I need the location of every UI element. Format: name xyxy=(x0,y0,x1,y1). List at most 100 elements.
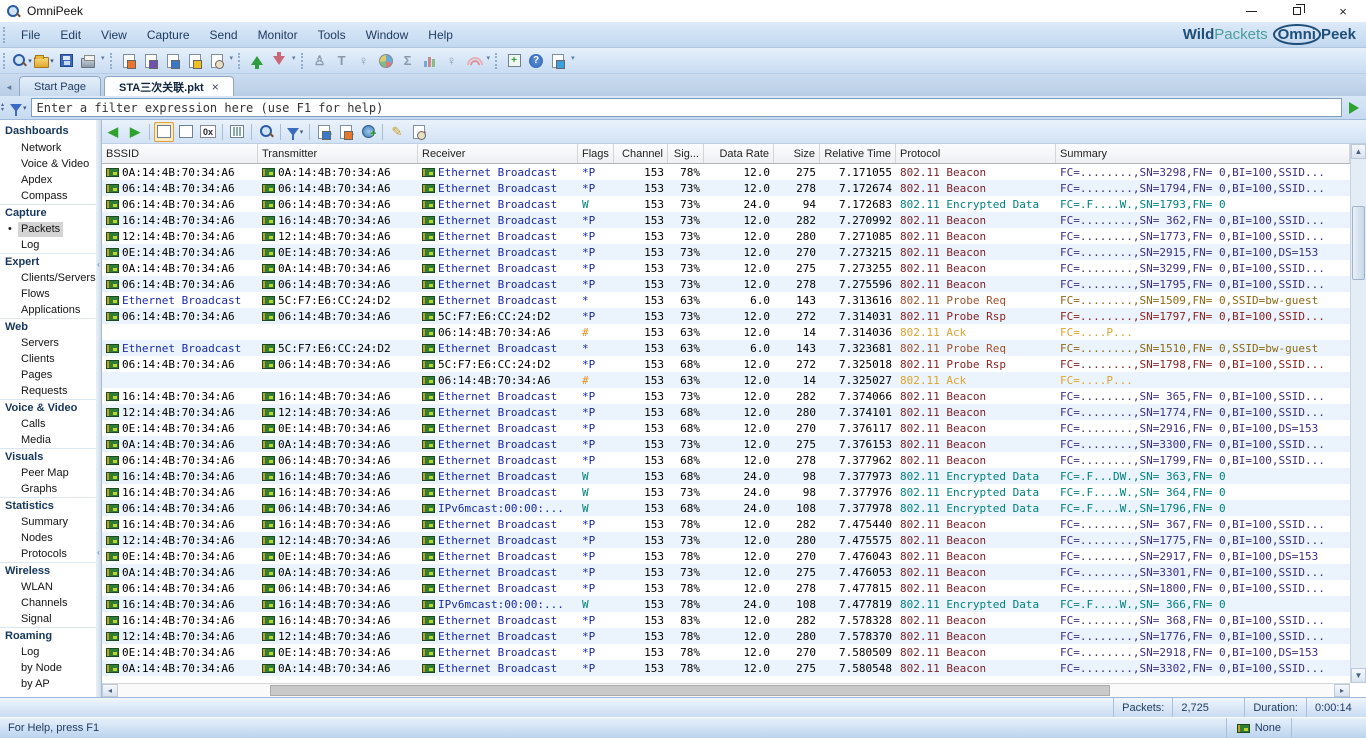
start-new-capture-button[interactable]: ▾ xyxy=(12,51,32,71)
resolve-names-button[interactable]: + xyxy=(358,122,378,142)
packet-row[interactable]: 06:14:4B:70:34:A606:14:4B:70:34:A65C:F7:… xyxy=(102,308,1350,324)
sidebar-item-signal[interactable]: Signal xyxy=(0,611,96,627)
filter-funnel-button[interactable]: ▾ xyxy=(10,104,27,112)
vertical-scrollbar[interactable]: ▲ ▼ xyxy=(1350,144,1366,683)
packet-row[interactable]: 06:14:4B:70:34:A606:14:4B:70:34:A6Ethern… xyxy=(102,196,1350,212)
sidebar-item-network[interactable]: Network xyxy=(0,140,96,156)
sidebar-item-log[interactable]: Log xyxy=(0,237,96,253)
sidebar-item-peer-map[interactable]: Peer Map xyxy=(0,465,96,481)
packet-row[interactable]: 0A:14:4B:70:34:A60A:14:4B:70:34:A6Ethern… xyxy=(102,164,1350,180)
decode-view-button[interactable] xyxy=(176,122,196,142)
sidebar-item-by-node[interactable]: by Node xyxy=(0,660,96,676)
tab-scroll-left-icon[interactable]: ◂ xyxy=(2,78,16,96)
packet-row[interactable]: 16:14:4B:70:34:A616:14:4B:70:34:A6Ethern… xyxy=(102,516,1350,532)
notifications-button[interactable] xyxy=(163,51,183,71)
insert-into-filter-button[interactable]: + xyxy=(314,122,334,142)
apply-filter-button[interactable] xyxy=(1346,100,1362,116)
restore-button[interactable] xyxy=(1274,0,1320,22)
packet-row[interactable]: Ethernet Broadcast5C:F7:E6:CC:24:D2Ether… xyxy=(102,292,1350,308)
packet-row[interactable]: 16:14:4B:70:34:A616:14:4B:70:34:A6Ethern… xyxy=(102,468,1350,484)
sidebar-item-applications[interactable]: Applications xyxy=(0,302,96,318)
export-packets-button[interactable] xyxy=(269,51,289,71)
scroll-up-icon[interactable]: ▲ xyxy=(1351,144,1366,159)
minimize-button[interactable] xyxy=(1228,0,1274,22)
tab-start-page[interactable]: Start Page xyxy=(19,76,101,96)
go-back-button[interactable]: ◀ xyxy=(103,122,123,142)
menu-tools[interactable]: Tools xyxy=(308,25,356,45)
filter-tool-button[interactable]: T xyxy=(332,51,352,71)
packet-row[interactable]: 0A:14:4B:70:34:A60A:14:4B:70:34:A6Ethern… xyxy=(102,564,1350,580)
horizontal-scrollbar[interactable]: ◂ ▸ xyxy=(102,683,1350,697)
print-button[interactable] xyxy=(78,51,98,71)
overflow-chevron-icon[interactable]: ▾ xyxy=(230,54,234,62)
sidebar-item-flows[interactable]: Flows xyxy=(0,286,96,302)
column-header-receiver[interactable]: Receiver xyxy=(418,144,578,163)
toolbar-grip[interactable] xyxy=(110,53,114,69)
packet-list-view-button[interactable] xyxy=(154,122,174,142)
sidebar-item-by-ap[interactable]: by AP xyxy=(0,676,96,692)
sidebar-item-channels[interactable]: Channels xyxy=(0,595,96,611)
column-header-channel[interactable]: Channel xyxy=(614,144,668,163)
packet-row[interactable]: 12:14:4B:70:34:A612:14:4B:70:34:A6Ethern… xyxy=(102,228,1350,244)
alarms-button[interactable] xyxy=(185,51,205,71)
window-layout-button[interactable]: + xyxy=(504,51,524,71)
adapter-indicator[interactable]: None xyxy=(1226,718,1292,738)
packet-row[interactable]: 0E:14:4B:70:34:A60E:14:4B:70:34:A6Ethern… xyxy=(102,644,1350,660)
import-packets-button[interactable] xyxy=(247,51,267,71)
toolbar-grip[interactable] xyxy=(301,53,305,69)
overflow-chevron-icon[interactable]: ▾ xyxy=(571,54,575,62)
packet-row[interactable]: 0E:14:4B:70:34:A60E:14:4B:70:34:A6Ethern… xyxy=(102,420,1350,436)
packet-row[interactable]: 06:14:4B:70:34:A6#15363%12.0147.32502780… xyxy=(102,372,1350,388)
column-header-bssid[interactable]: BSSID xyxy=(102,144,258,163)
packet-row[interactable]: 06:14:4B:70:34:A606:14:4B:70:34:A6Ethern… xyxy=(102,180,1350,196)
insert-into-select-button[interactable]: + xyxy=(336,122,356,142)
sidebar-item-compass[interactable]: Compass xyxy=(0,188,96,204)
column-header-relative-time[interactable]: Relative Time xyxy=(820,144,896,163)
menu-edit[interactable]: Edit xyxy=(50,25,91,45)
filter-spin-control[interactable]: ▴▾ xyxy=(1,103,4,113)
toolbar-grip[interactable] xyxy=(3,53,7,69)
sidebar-item-wlan[interactable]: WLAN xyxy=(0,579,96,595)
close-button[interactable]: × xyxy=(1320,0,1366,22)
scroll-down-icon[interactable]: ▼ xyxy=(1351,668,1366,683)
scroll-left-icon[interactable]: ◂ xyxy=(102,684,118,697)
menu-help[interactable]: Help xyxy=(418,25,463,45)
filter-expression-input[interactable] xyxy=(31,98,1342,117)
column-header-flags[interactable]: Flags xyxy=(578,144,614,163)
sidebar-item-protocols[interactable]: Protocols xyxy=(0,546,96,562)
packet-row[interactable]: 12:14:4B:70:34:A612:14:4B:70:34:A6Ethern… xyxy=(102,532,1350,548)
column-header-summary[interactable]: Summary xyxy=(1056,144,1350,163)
menu-send[interactable]: Send xyxy=(200,25,248,45)
sidebar-item-packets[interactable]: Packets xyxy=(0,221,96,237)
packet-row[interactable]: 06:14:4B:70:34:A606:14:4B:70:34:A6IPv6mc… xyxy=(102,500,1350,516)
sidebar-item-clients[interactable]: Clients xyxy=(0,351,96,367)
save-file-button[interactable] xyxy=(56,51,76,71)
sidebar-item-graphs[interactable]: Graphs xyxy=(0,481,96,497)
column-options-button[interactable] xyxy=(227,122,247,142)
packet-row[interactable]: 0E:14:4B:70:34:A60E:14:4B:70:34:A6Ethern… xyxy=(102,548,1350,564)
edit-note-button[interactable]: ✎ xyxy=(387,122,407,142)
packet-row[interactable]: 06:14:4B:70:34:A606:14:4B:70:34:A6Ethern… xyxy=(102,276,1350,292)
summary-stats-tool-button[interactable] xyxy=(376,51,396,71)
packet-row[interactable]: 16:14:4B:70:34:A616:14:4B:70:34:A6Ethern… xyxy=(102,212,1350,228)
trigger-timer-button[interactable] xyxy=(207,51,227,71)
packet-row[interactable]: 12:14:4B:70:34:A612:14:4B:70:34:A6Ethern… xyxy=(102,404,1350,420)
clients-servers-tool-button[interactable]: ♙ xyxy=(310,51,330,71)
column-header-data-rate[interactable]: Data Rate xyxy=(704,144,774,163)
menu-file[interactable]: File xyxy=(11,25,50,45)
help-button[interactable]: ? xyxy=(526,51,546,71)
packet-row[interactable]: 16:14:4B:70:34:A616:14:4B:70:34:A6IPv6mc… xyxy=(102,596,1350,612)
overflow-chevron-icon[interactable]: ▾ xyxy=(101,54,105,62)
graphs-tool-button[interactable] xyxy=(420,51,440,71)
menu-monitor[interactable]: Monitor xyxy=(248,25,308,45)
sidebar-item-calls[interactable]: Calls xyxy=(0,416,96,432)
column-header-transmitter[interactable]: Transmitter xyxy=(258,144,418,163)
packet-row[interactable]: Ethernet Broadcast5C:F7:E6:CC:24:D2Ether… xyxy=(102,340,1350,356)
packet-row[interactable]: 06:14:4B:70:34:A606:14:4B:70:34:A6Ethern… xyxy=(102,452,1350,468)
media-view-button[interactable] xyxy=(548,51,568,71)
filter-menu-button[interactable]: ▾ xyxy=(285,122,305,142)
column-header-sig-[interactable]: Sig... xyxy=(668,144,704,163)
tab-sta-pkt[interactable]: STA三次关联.pkt× xyxy=(104,76,234,96)
packet-row[interactable]: 0A:14:4B:70:34:A60A:14:4B:70:34:A6Ethern… xyxy=(102,660,1350,676)
sidebar-item-clients-servers[interactable]: Clients/Servers xyxy=(0,270,96,286)
